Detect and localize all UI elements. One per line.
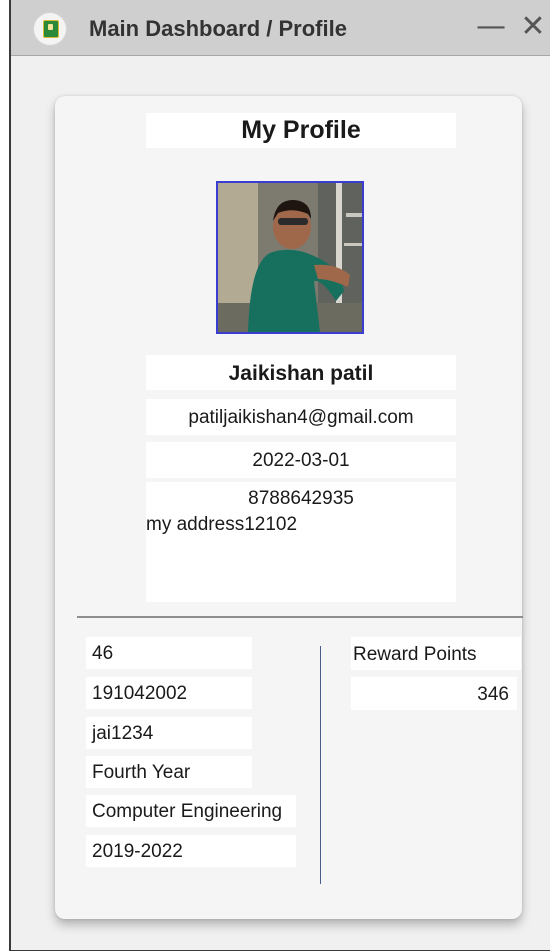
profile-name: Jaikishan patil	[146, 355, 456, 390]
app-window: Main Dashboard / Profile — ✕ My Profile …	[9, 0, 550, 951]
profile-date: 2022-03-01	[146, 442, 456, 478]
page-title: My Profile	[146, 113, 456, 148]
profile-photo	[216, 181, 364, 334]
profile-card: My Profile Jaikishan patil patiljaikisha…	[55, 96, 523, 919]
window-title: Main Dashboard / Profile	[89, 16, 347, 41]
profile-address: my address12102	[146, 514, 298, 535]
reward-points-label: Reward Points	[351, 637, 521, 670]
detail-field-3: jai1234	[86, 717, 252, 749]
detail-field-1: 46	[86, 637, 252, 669]
minimize-button[interactable]: —	[476, 12, 506, 42]
detail-field-4: Fourth Year	[86, 756, 252, 788]
section-divider	[77, 616, 523, 618]
reward-points-value: 346	[351, 677, 517, 710]
profile-contact-block: 8788642935 my address12102	[146, 482, 456, 602]
app-logo-icon	[33, 12, 67, 46]
column-divider	[320, 646, 321, 884]
close-button[interactable]: ✕	[518, 12, 548, 42]
profile-email: patiljaikishan4@gmail.com	[146, 399, 456, 435]
detail-field-5: Computer Engineering	[86, 795, 296, 827]
title-bar[interactable]: Main Dashboard / Profile — ✕	[11, 0, 550, 56]
detail-field-6: 2019-2022	[86, 835, 296, 867]
detail-field-2: 191042002	[86, 677, 252, 709]
profile-phone: 8788642935	[248, 488, 354, 509]
